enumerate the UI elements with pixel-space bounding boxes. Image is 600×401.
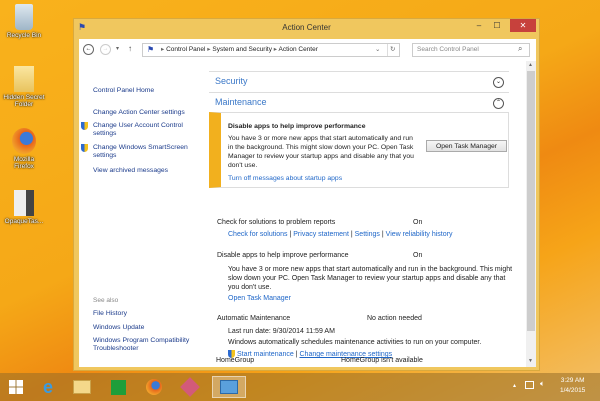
last-run-date: Last run date: 9/30/2014 11:59 AM: [228, 328, 335, 335]
homegroup-status: HomeGroup isn't available: [341, 357, 423, 364]
uac-shield-icon: [81, 144, 88, 152]
clock-time: 3:29 AM: [560, 377, 585, 384]
homegroup-label: HomeGroup: [216, 357, 255, 364]
maximize-button[interactable]: ☐: [488, 19, 506, 32]
turn-off-startup-messages-link[interactable]: Turn off messages about startup apps: [228, 175, 342, 182]
forward-button[interactable]: →: [100, 44, 111, 55]
network-icon[interactable]: [525, 381, 534, 389]
search-icon[interactable]: ⌕: [518, 44, 522, 54]
show-hidden-icons-button[interactable]: ▴: [513, 382, 516, 389]
desktop-icon-hidden-folder[interactable]: Hidden Secret Folder: [0, 66, 54, 108]
settings-link[interactable]: Settings: [355, 231, 380, 238]
alert-text: You have 3 or more new apps that start a…: [228, 135, 414, 169]
puzzle-icon: [180, 377, 200, 397]
icon-label: OpaqueTas...: [4, 218, 44, 225]
flag-icon: ⚑: [147, 45, 155, 54]
windows-logo-icon: [9, 380, 23, 394]
auto-maintenance-label: Automatic Maintenance: [217, 315, 291, 322]
icon-label: Recycle Bin: [6, 32, 42, 39]
search-input[interactable]: Search Control Panel: [412, 43, 530, 57]
app-taskbar[interactable]: [176, 376, 204, 398]
windows-update-link[interactable]: Windows Update: [93, 324, 144, 332]
firefox-icon: [146, 379, 162, 395]
store-icon: [110, 379, 126, 395]
file-history-link[interactable]: File History: [93, 310, 127, 318]
open-task-manager-link[interactable]: Open Task Manager: [228, 295, 291, 302]
desktop-icon-recycle-bin[interactable]: Recycle Bin: [0, 4, 54, 39]
change-action-center-settings-link[interactable]: Change Action Center settings: [93, 109, 185, 117]
action-center-taskbar[interactable]: [212, 376, 246, 398]
folder-icon: [73, 380, 91, 394]
compatibility-troubleshooter-link[interactable]: Windows Program Compatibility Troublesho…: [93, 337, 193, 353]
scroll-up-arrow[interactable]: ▲: [528, 62, 533, 68]
maintenance-section-header[interactable]: Maintenance: [215, 97, 267, 107]
clock-date: 1/4/2015: [560, 387, 586, 394]
view-archived-messages-link[interactable]: View archived messages: [93, 167, 168, 175]
separator: |: [295, 350, 298, 358]
breadcrumb-control-panel[interactable]: Control Panel: [166, 46, 205, 53]
file-explorer-taskbar[interactable]: [68, 376, 96, 398]
icon-label: Mozilla Firefox: [13, 156, 35, 170]
alert-title: Disable apps to help improve performance: [228, 123, 366, 130]
internet-explorer-taskbar[interactable]: e: [34, 376, 62, 398]
refresh-button[interactable]: ↻: [387, 44, 395, 56]
close-button[interactable]: ✕: [510, 19, 536, 32]
desktop-icon-firefox[interactable]: Mozilla Firefox: [0, 128, 54, 170]
uac-shield-icon: [81, 122, 88, 130]
separator: |: [381, 231, 384, 238]
up-button[interactable]: ↑: [128, 44, 132, 53]
change-smartscreen-settings-link[interactable]: Change Windows SmartScreen settings: [93, 144, 203, 160]
open-task-manager-button[interactable]: Open Task Manager: [426, 140, 507, 152]
desktop-icon-opaquetaskbar[interactable]: OpaqueTas...: [0, 190, 54, 225]
minimize-button[interactable]: –: [470, 19, 488, 32]
scroll-down-arrow[interactable]: ▼: [528, 358, 533, 364]
recycle-bin-icon: [15, 4, 33, 30]
check-for-solutions-link[interactable]: Check for solutions: [228, 231, 288, 238]
taskbar: e ▴ 🔈︎ 3:29 AM 1/4/2015: [0, 373, 600, 401]
breadcrumb-system-security[interactable]: System and Security: [212, 46, 272, 53]
scrollbar-thumb[interactable]: [527, 71, 535, 331]
see-also-heading: See also: [93, 297, 119, 304]
folder-icon: [14, 66, 34, 92]
store-taskbar[interactable]: [104, 376, 132, 398]
separator: |: [350, 231, 353, 238]
privacy-statement-link[interactable]: Privacy statement: [293, 231, 349, 238]
collapse-maintenance-button[interactable]: ⌃: [493, 98, 504, 109]
window-body: ← → ▾ ↑ ⚑ ▸ Control Panel ▸ System and S…: [79, 39, 536, 367]
disable-apps-text: You have 3 or more new apps that start a…: [228, 266, 513, 291]
address-bar[interactable]: ⚑ ▸ Control Panel ▸ System and Security …: [142, 43, 400, 57]
firefox-taskbar[interactable]: [140, 376, 168, 398]
view-reliability-history-link[interactable]: View reliability history: [386, 231, 453, 238]
change-uac-settings-link[interactable]: Change User Account Control settings: [93, 122, 203, 138]
auto-maintenance-text: Windows automatically schedules maintena…: [228, 339, 482, 346]
app-icon: [14, 190, 34, 216]
problem-reports-status: On: [413, 219, 423, 226]
startup-apps-alert: Disable apps to help improve performance…: [209, 112, 509, 188]
separator: |: [289, 231, 292, 238]
auto-maintenance-status: No action needed: [367, 315, 422, 322]
expand-security-button[interactable]: ⌄: [493, 77, 504, 88]
vertical-scrollbar[interactable]: ▲ ▼: [526, 61, 536, 367]
clock[interactable]: 3:29 AM 1/4/2015: [560, 376, 585, 396]
control-panel-icon: [220, 380, 238, 394]
start-button[interactable]: [2, 376, 30, 398]
disable-apps-label: Disable apps to help improve performance: [217, 252, 349, 259]
problem-reports-label: Check for solutions to problem reports: [217, 219, 336, 226]
control-panel-home-link[interactable]: Control Panel Home: [93, 87, 154, 95]
volume-icon[interactable]: 🔈︎: [540, 379, 545, 389]
back-button[interactable]: ←: [83, 44, 94, 55]
address-dropdown-button[interactable]: ⌄: [375, 44, 380, 56]
firefox-icon: [12, 128, 36, 154]
disable-apps-status: On: [413, 252, 423, 259]
security-section-header[interactable]: Security: [215, 76, 248, 86]
recent-locations-button[interactable]: ▾: [116, 45, 119, 52]
ie-icon: e: [42, 376, 53, 397]
action-center-window: ⚑ Action Center – ☐ ✕ ← → ▾ ↑ ⚑ ▸ Contro…: [73, 18, 540, 371]
breadcrumb-action-center[interactable]: Action Center: [279, 46, 318, 53]
icon-label: Hidden Secret Folder: [3, 94, 45, 108]
